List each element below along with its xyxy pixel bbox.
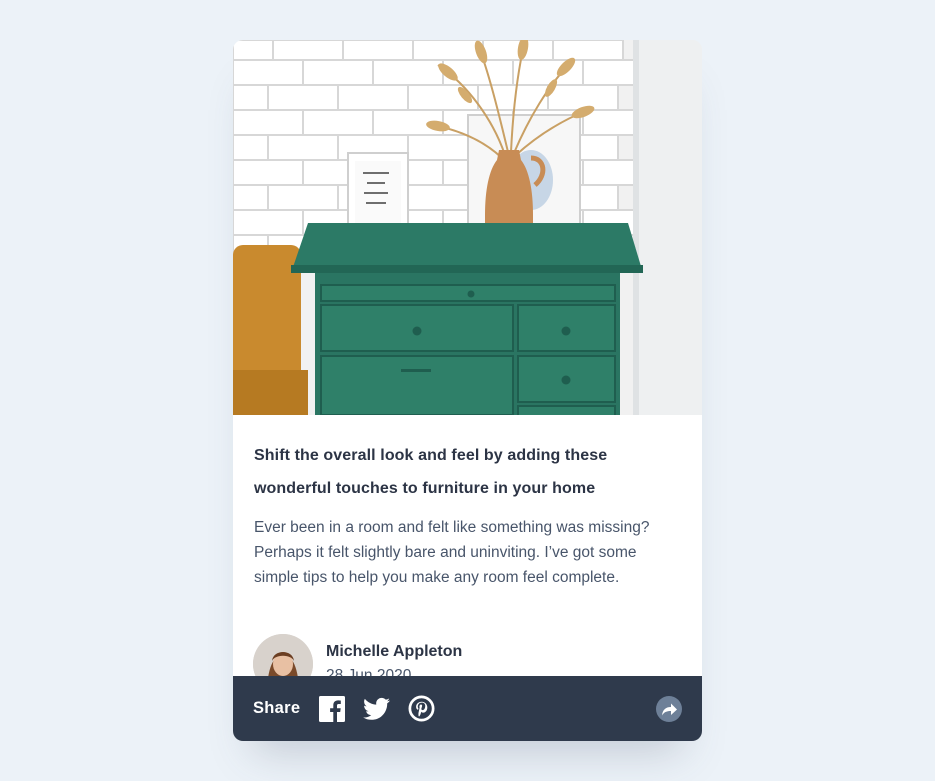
share-icon[interactable] [656, 696, 682, 722]
share-label: Share [253, 699, 301, 717]
pinterest-icon[interactable] [408, 695, 435, 722]
twitter-icon[interactable] [363, 697, 391, 721]
article-title[interactable]: Shift the overall look and feel by addin… [254, 439, 681, 505]
author-name: Michelle Appleton [326, 643, 463, 660]
facebook-icon[interactable] [319, 695, 346, 722]
article-card: Shift the overall look and feel by addin… [233, 40, 702, 741]
article-content: Shift the overall look and feel by addin… [233, 415, 702, 590]
share-bar: Share [233, 676, 702, 741]
article-description: Ever been in a room and felt like someth… [254, 519, 650, 586]
article-image [233, 40, 702, 415]
drawers-illustration [233, 40, 702, 415]
